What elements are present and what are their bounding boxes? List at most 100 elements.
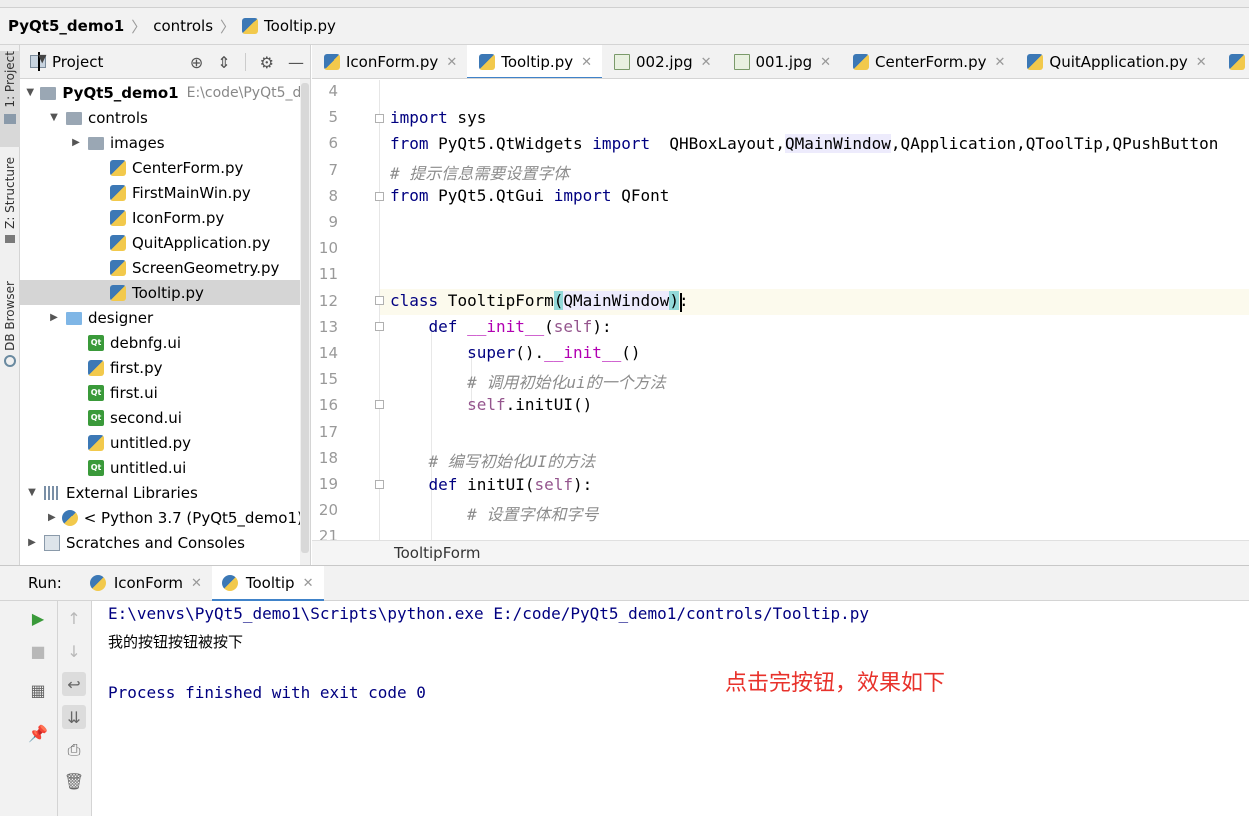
scrollbar-thumb[interactable] — [301, 83, 309, 553]
chevron-right-icon[interactable]: ▶ — [48, 512, 56, 523]
project-panel-title[interactable]: Project — [52, 53, 103, 71]
tree-item[interactable]: Qt second.ui — [20, 405, 310, 430]
soft-wrap-icon[interactable]: ↩ — [62, 672, 86, 696]
tree-item[interactable]: QuitApplication.py — [20, 230, 310, 255]
keyword-token: def — [428, 475, 458, 494]
rerun-button[interactable]: ▶ — [26, 606, 50, 630]
trash-icon[interactable]: 🗑 — [62, 769, 86, 793]
arrow-up-icon[interactable]: ↑ — [62, 606, 86, 630]
run-console[interactable]: E:\venvs\PyQt5_demo1\Scripts\python.exe … — [93, 601, 1249, 816]
run-toolbar-primary: ▶ ■ ▦ 📌 — [0, 601, 58, 816]
code-token: ,QApplication,QToolTip,QPushButton — [890, 134, 1219, 153]
locate-icon[interactable]: ⊕ — [190, 53, 203, 72]
chevron-right-icon[interactable]: ▶ — [70, 137, 82, 148]
close-icon[interactable]: ✕ — [994, 55, 1005, 70]
editor-tab-label: QuitApplication.py — [1049, 53, 1188, 71]
chevron-right-icon: 〉 — [131, 17, 147, 36]
editor-tab[interactable]: QuitApplication.py ✕ — [1015, 45, 1216, 78]
self-token: self — [534, 475, 574, 494]
close-icon[interactable]: ✕ — [581, 55, 592, 70]
python-file-icon — [88, 434, 104, 451]
tree-item[interactable]: FirstMainWin.py — [20, 180, 310, 205]
tree-item[interactable]: CenterForm.py — [20, 155, 310, 180]
highlighted-usage: QMainWindow — [784, 134, 891, 153]
python-file-icon — [110, 184, 126, 201]
python-run-icon — [89, 575, 106, 591]
tree-item[interactable]: Qt first.ui — [20, 380, 310, 405]
tree-item[interactable]: Qt debnfg.ui — [20, 330, 310, 355]
fold-marker-icon[interactable] — [375, 192, 384, 201]
chevron-right-icon[interactable]: ▶ — [48, 312, 60, 323]
chevron-down-icon[interactable]: ▼ — [48, 112, 60, 123]
fold-marker-icon[interactable] — [375, 296, 384, 305]
close-icon[interactable]: ✕ — [446, 55, 457, 70]
project-scrollbar[interactable] — [300, 79, 310, 565]
chevron-down-icon[interactable]: ▼ — [26, 487, 38, 498]
tree-item[interactable]: Qt untitled.ui — [20, 455, 310, 480]
fold-marker-icon[interactable] — [375, 400, 384, 409]
text-caret — [680, 293, 682, 312]
code-line-12: class TooltipForm(QMainWindow): — [390, 291, 689, 310]
tool-tab-structure[interactable]: Z: Structure — [0, 157, 20, 257]
tree-item[interactable]: ▼ External Libraries — [20, 480, 310, 505]
code-line-14: super().__init__() — [390, 343, 640, 362]
comment-token: # 编写初始化UI的方法 — [428, 452, 596, 471]
chevron-down-icon[interactable]: ▼ — [38, 52, 46, 71]
code-editor[interactable]: 4 5 6 7 8 9 10 11 12 13 14 15 16 17 18 19 20 21 import sy… — [312, 80, 1249, 540]
chevron-down-icon[interactable]: ▼ — [26, 87, 34, 98]
nav-crumb-folder[interactable]: controls — [153, 17, 213, 35]
editor-tab[interactable]: S — [1217, 45, 1249, 78]
run-tab[interactable]: IconForm ✕ — [80, 566, 212, 601]
scroll-to-end-icon[interactable]: ⇊ — [62, 705, 86, 729]
tree-item[interactable]: ScreenGeometry.py — [20, 255, 310, 280]
stop-button[interactable]: ■ — [26, 639, 50, 663]
tree-item[interactable]: ▶ images — [20, 130, 310, 155]
close-icon[interactable]: ✕ — [701, 55, 712, 70]
editor-tab-label: 002.jpg — [636, 53, 693, 71]
line-number: 9 — [328, 213, 338, 231]
chevron-right-icon[interactable]: ▶ — [26, 537, 38, 548]
editor-tab[interactable]: Tooltip.py ✕ — [467, 45, 602, 78]
close-icon[interactable]: ✕ — [1196, 55, 1207, 70]
tree-item[interactable]: ▶ < Python 3.7 (PyQt5_demo1) > — [20, 505, 310, 530]
tree-item[interactable]: ▶ Scratches and Consoles — [20, 530, 310, 555]
fold-marker-icon[interactable] — [375, 114, 384, 123]
layout-icon[interactable]: ▦ — [26, 678, 50, 702]
editor-tab[interactable]: 001.jpg ✕ — [722, 45, 842, 78]
nav-crumb-file[interactable]: Tooltip.py — [242, 17, 336, 35]
tree-item[interactable]: ▶ designer — [20, 305, 310, 330]
fold-marker-icon[interactable] — [375, 322, 384, 331]
gear-icon[interactable]: ⚙ — [260, 53, 274, 72]
python-file-icon — [1027, 54, 1044, 70]
close-icon[interactable]: ✕ — [820, 55, 831, 70]
arrow-down-icon[interactable]: ↓ — [62, 639, 86, 663]
hide-panel-icon[interactable]: — — [288, 53, 304, 72]
tool-tab-project[interactable]: 1: Project — [0, 51, 20, 147]
tree-item[interactable]: ▼ PyQt5_demo1 E:\code\PyQt5_de — [20, 80, 310, 105]
qt-ui-file-icon: Qt — [88, 384, 104, 401]
pin-icon[interactable]: 📌 — [26, 721, 50, 745]
tree-item[interactable]: Tooltip.py — [20, 280, 310, 305]
db-browser-icon — [4, 354, 16, 367]
tool-tab-db-browser[interactable]: DB Browser — [0, 281, 20, 379]
tree-item[interactable]: IconForm.py — [20, 205, 310, 230]
highlighted-usage: QMainWindo — [563, 291, 660, 310]
tree-item[interactable]: ▼ controls — [20, 105, 310, 130]
run-tab[interactable]: Tooltip ✕ — [211, 565, 324, 602]
python-file-icon — [1228, 54, 1245, 70]
collapse-all-icon[interactable]: ⇕ — [217, 53, 230, 72]
project-panel-header: Project ▼ ⊕ ⇕ ⚙ — — [20, 45, 310, 79]
print-icon[interactable]: ⎙ — [62, 738, 86, 762]
close-icon[interactable]: ✕ — [303, 576, 314, 591]
tree-item[interactable]: first.py — [20, 355, 310, 380]
editor-tab[interactable]: 002.jpg ✕ — [602, 45, 722, 78]
editor-breadcrumb[interactable]: TooltipForm — [312, 540, 1249, 565]
close-icon[interactable]: ✕ — [191, 576, 202, 591]
editor-tab[interactable]: CenterForm.py ✕ — [841, 45, 1015, 78]
qt-ui-file-icon: Qt — [88, 334, 104, 351]
editor-tab-label: CenterForm.py — [875, 53, 987, 71]
editor-tab[interactable]: IconForm.py ✕ — [312, 45, 467, 78]
nav-crumb-project[interactable]: PyQt5_demo1 — [8, 17, 124, 35]
fold-marker-icon[interactable] — [375, 480, 384, 489]
tree-item[interactable]: untitled.py — [20, 430, 310, 455]
